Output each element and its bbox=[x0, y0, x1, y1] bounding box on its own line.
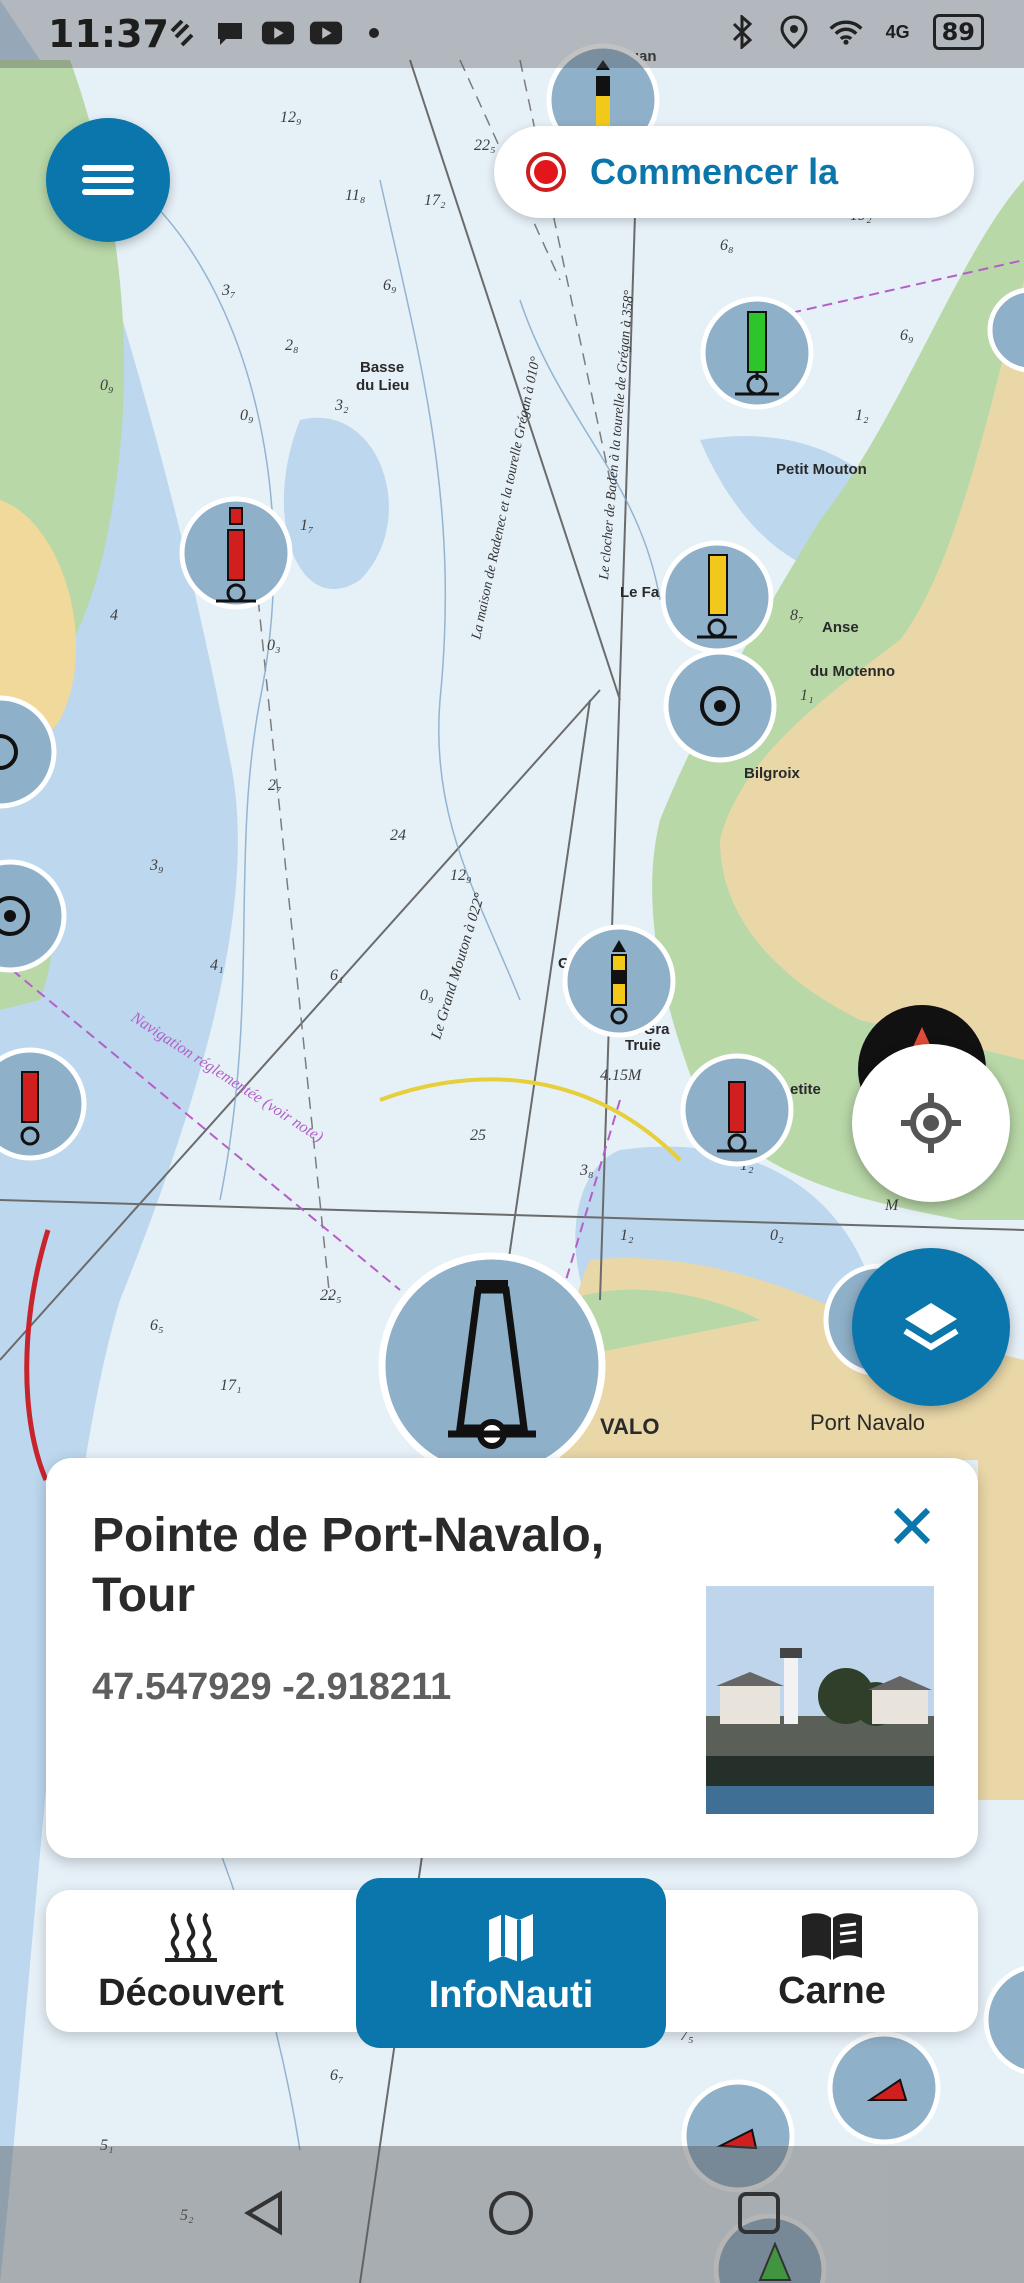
svg-text:22₅: 22₅ bbox=[320, 1287, 342, 1304]
menu-button[interactable] bbox=[46, 118, 170, 242]
svg-text:17₂: 17₂ bbox=[424, 192, 446, 209]
battery-indicator: 89 bbox=[932, 14, 984, 50]
svg-text:3₂: 3₂ bbox=[334, 397, 349, 414]
nav-item-carnet[interactable]: Carne bbox=[686, 1890, 978, 2032]
crosshair-icon bbox=[901, 1093, 961, 1153]
tide-waves-icon bbox=[165, 1912, 217, 1962]
svg-text:6₉: 6₉ bbox=[900, 327, 914, 344]
svg-text:0₉: 0₉ bbox=[100, 377, 114, 394]
svg-text:du Motenno: du Motenno bbox=[810, 663, 895, 680]
svg-text:11₈: 11₈ bbox=[345, 187, 365, 204]
svg-text:0₂: 0₂ bbox=[770, 1227, 784, 1244]
svg-text:1₂: 1₂ bbox=[620, 1227, 634, 1244]
lighthouse-photo[interactable] bbox=[706, 1586, 934, 1814]
nav-label-infonauti: InfoNauti bbox=[428, 1973, 594, 2016]
svg-text:4.15M: 4.15M bbox=[600, 1067, 643, 1084]
book-icon bbox=[802, 1912, 862, 1960]
start-recording-label: Commencer la bbox=[590, 151, 839, 192]
svg-text:3₈: 3₈ bbox=[579, 1162, 594, 1179]
svg-text:6₅: 6₅ bbox=[150, 1317, 164, 1334]
svg-text:2₇: 2₇ bbox=[268, 777, 282, 794]
svg-text:du Lieu: du Lieu bbox=[356, 377, 409, 394]
signal-icon: 4G bbox=[885, 21, 910, 42]
svg-text:4: 4 bbox=[110, 607, 118, 624]
svg-text:8₇: 8₇ bbox=[790, 607, 804, 624]
nav-item-infonauti[interactable]: InfoNauti bbox=[356, 1878, 666, 2048]
nav-label-decouvert: Découvert bbox=[98, 1971, 284, 2014]
youtube-icon bbox=[309, 16, 343, 50]
svg-text:17₁: 17₁ bbox=[220, 1377, 242, 1394]
svg-text:22₅: 22₅ bbox=[474, 137, 496, 154]
bottom-navigation: Découvert InfoNauti Carne bbox=[46, 1878, 978, 2048]
info-card-coordinates: 47.547929 -2.918211 bbox=[92, 1666, 452, 1708]
close-button[interactable] bbox=[882, 1496, 942, 1556]
nav-label-carnet: Carne bbox=[778, 1969, 886, 2012]
svg-text:6₉: 6₉ bbox=[383, 277, 397, 294]
svg-text:0₃: 0₃ bbox=[267, 637, 281, 654]
sync-icon bbox=[165, 16, 199, 50]
nav-item-decouvert[interactable]: Découvert bbox=[46, 1890, 336, 2032]
info-card-title: Pointe de Port-Navalo, Tour bbox=[92, 1509, 605, 1622]
svg-text:etite: etite bbox=[790, 1081, 821, 1098]
svg-text:2₈: 2₈ bbox=[285, 337, 299, 354]
svg-text:4₁: 4₁ bbox=[210, 957, 224, 974]
svg-text:3₉: 3₉ bbox=[149, 857, 164, 874]
svg-text:0₉: 0₉ bbox=[240, 407, 254, 424]
wifi-icon bbox=[829, 15, 863, 49]
svg-text:Truie: Truie bbox=[625, 1037, 661, 1054]
svg-text:Basse: Basse bbox=[360, 359, 404, 376]
location-icon bbox=[777, 15, 811, 49]
svg-text:1₁: 1₁ bbox=[800, 687, 814, 704]
svg-text:25: 25 bbox=[470, 1127, 486, 1144]
svg-text:M: M bbox=[884, 1197, 900, 1214]
svg-text:1₂: 1₂ bbox=[855, 407, 869, 424]
chat-icon bbox=[213, 16, 247, 50]
system-navigation-bar bbox=[0, 2146, 1024, 2283]
svg-text:Anse: Anse bbox=[822, 619, 859, 636]
start-recording-button[interactable]: Commencer la bbox=[494, 126, 974, 218]
svg-text:1₇: 1₇ bbox=[300, 517, 314, 534]
hamburger-icon bbox=[82, 159, 134, 201]
svg-text:Petit Mouton: Petit Mouton bbox=[776, 461, 867, 478]
svg-text:3₇: 3₇ bbox=[221, 282, 236, 299]
home-icon[interactable] bbox=[486, 2188, 536, 2238]
video-icon bbox=[261, 16, 295, 50]
svg-text:Bilgroix: Bilgroix bbox=[744, 765, 800, 782]
layers-button[interactable] bbox=[852, 1248, 1010, 1406]
svg-text:12₉: 12₉ bbox=[450, 867, 472, 884]
locate-button[interactable] bbox=[852, 1044, 1010, 1202]
svg-text:12₉: 12₉ bbox=[280, 109, 302, 126]
recents-icon[interactable] bbox=[734, 2188, 784, 2238]
close-icon bbox=[893, 1507, 931, 1545]
svg-text:Le Fa: Le Fa bbox=[620, 584, 660, 601]
status-bar: 11:37 4G 89 bbox=[0, 0, 1024, 68]
back-icon[interactable] bbox=[240, 2188, 290, 2238]
layers-icon bbox=[903, 1303, 959, 1351]
bluetooth-icon bbox=[725, 15, 759, 49]
record-icon bbox=[526, 152, 566, 192]
svg-text:0₉: 0₉ bbox=[420, 987, 434, 1004]
svg-text:Port Navalo: Port Navalo bbox=[810, 1410, 925, 1435]
notification-dot-icon bbox=[357, 16, 391, 50]
map-icon bbox=[489, 1913, 533, 1962]
svg-text:6₁: 6₁ bbox=[330, 967, 344, 984]
svg-text:24: 24 bbox=[390, 827, 406, 844]
svg-text:VALO: VALO bbox=[600, 1414, 659, 1439]
svg-text:6₈: 6₈ bbox=[720, 237, 734, 254]
svg-text:6₇: 6₇ bbox=[330, 2067, 344, 2084]
info-card: Pointe de Port-Navalo, Tour 47.547929 -2… bbox=[46, 1458, 978, 1858]
status-time: 11:37 bbox=[48, 12, 169, 56]
